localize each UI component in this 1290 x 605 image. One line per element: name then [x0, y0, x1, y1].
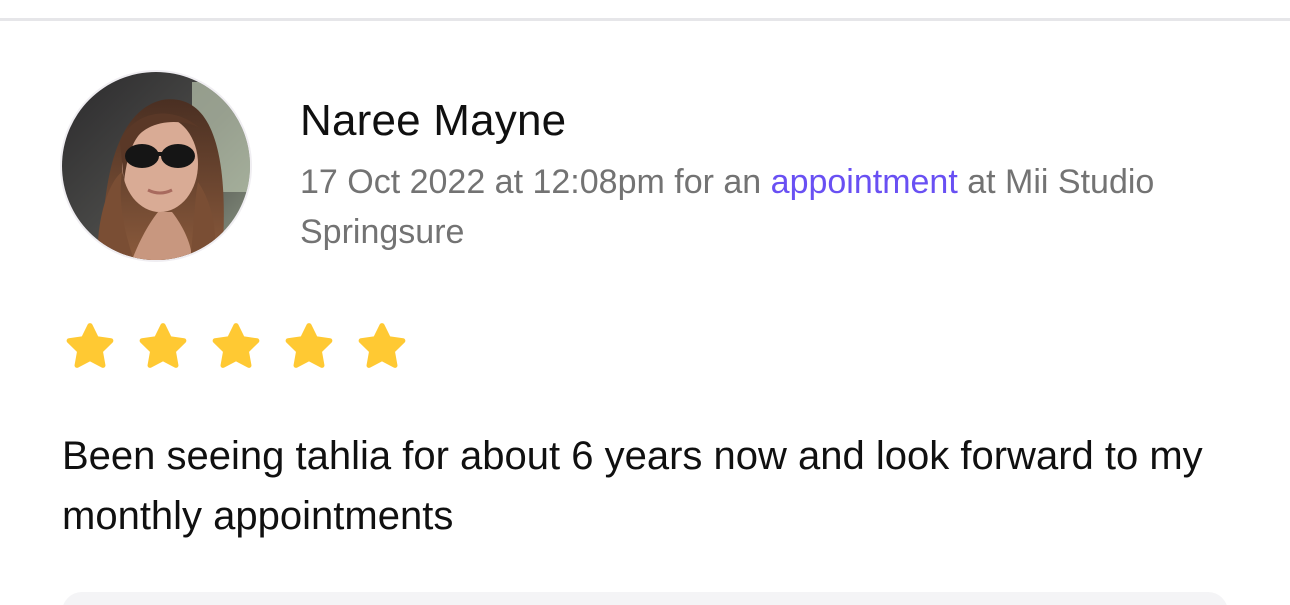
reply-section [62, 592, 1228, 605]
star-icon [212, 323, 260, 368]
review-date: 17 Oct 2022 at 12:08pm for an [300, 163, 762, 201]
reviewer-name: Naree Mayne [300, 96, 567, 145]
star-icon [285, 323, 333, 368]
avatar-photo [62, 72, 250, 260]
review-body: Been seeing tahlia for about 6 years now… [62, 434, 1203, 538]
star-icon [358, 323, 406, 368]
star-icon [66, 323, 114, 368]
appointment-link[interactable]: appointment [771, 163, 958, 201]
review-meta: 17 Oct 2022 at 12:08pm for an appointmen… [300, 157, 1200, 257]
divider [0, 18, 1290, 21]
star-rating [62, 318, 410, 374]
review-card: Naree Mayne 17 Oct 2022 at 12:08pm for a… [0, 0, 1290, 605]
star-icon [139, 323, 187, 368]
avatar [62, 72, 250, 260]
